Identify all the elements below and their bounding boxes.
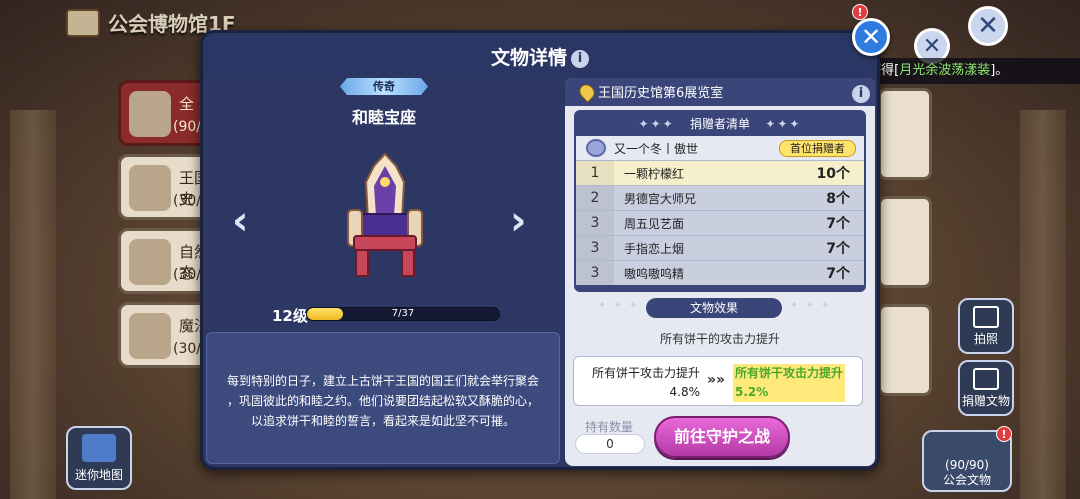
artifact-level: 12级 — [272, 307, 308, 325]
donor-rank: 2 — [576, 186, 614, 210]
donor-name: 一颗柠檬红 — [624, 166, 685, 181]
donor-list-title: 捐赠者清单 — [689, 117, 750, 131]
donor-rank: 3 — [576, 211, 614, 235]
effect-label: 文物效果 — [646, 298, 782, 318]
donor-count: 8个 — [826, 191, 850, 207]
chair-icon — [129, 91, 171, 137]
prev-arrow-icon[interactable]: ‹ — [232, 198, 248, 244]
plant-icon — [129, 239, 171, 285]
camera-icon — [973, 306, 999, 328]
level-progress-text: 7/37 — [391, 308, 415, 319]
description-line: 每到特别的日子，建立上古饼干王国的国王们就会举行聚会 — [226, 374, 539, 388]
next-effect: 所有饼干攻击力提升 5.2% — [733, 364, 846, 402]
donor-rank: 3 — [576, 236, 614, 260]
artifact-description: 每到特别的日子，建立上古饼干王国的国王们就会举行聚会 ，巩固彼此的和睦之约。他们… — [206, 332, 560, 464]
star-decoration: ✦✦✦ — [765, 117, 802, 131]
donor-count: 7个 — [826, 241, 850, 257]
map-icon — [82, 434, 116, 462]
donor-count: 10个 — [816, 166, 850, 182]
info-icon[interactable]: i — [852, 84, 870, 103]
location-text: 王国历史馆第6展览室 — [598, 86, 724, 101]
donor-count: 7个 — [826, 216, 850, 232]
donor-list-header: ✦✦✦ 捐赠者清单 ✦✦✦ — [576, 112, 864, 136]
location-info[interactable]: i — [848, 84, 870, 103]
sidebar-item-count: (30/ — [173, 267, 201, 283]
location: 王国历史馆第6展览室 — [576, 80, 724, 103]
next-effect-value: 5.2% — [735, 385, 769, 399]
minimap-button[interactable]: 迷你地图 — [66, 426, 132, 490]
modal-title: 文物详情 i — [203, 43, 877, 70]
museum-icon — [66, 8, 100, 37]
description-line: ，巩固彼此的和睦之约。他们说要团结起松软又酥脆的心， — [226, 394, 539, 408]
donor-row: 2 男德宫大师兄 8个 — [576, 185, 864, 210]
artifact-card[interactable] — [878, 304, 932, 396]
next-arrow-icon[interactable]: › — [510, 198, 526, 244]
next-effect-label: 所有饼干攻击力提升 — [735, 366, 844, 380]
modal-title-text: 文物详情 — [490, 47, 567, 69]
artifact-card[interactable] — [878, 196, 932, 288]
exit-icon-button[interactable]: ✕ — [968, 6, 1008, 46]
donor-name: 嗷呜嗷呜精 — [624, 266, 685, 281]
artifact-card[interactable] — [878, 88, 932, 180]
description-line: 以追求饼干和睦的誓言，看起来是如此坚不可摧。 — [250, 414, 515, 428]
donor-row: 3 周五见艺面 7个 — [576, 210, 864, 235]
donor-name: 周五见艺面 — [624, 216, 685, 231]
current-effect: 所有饼干攻击力提升 4.8% — [586, 364, 700, 402]
donor-row: 3 嗷呜嗷呜精 7个 — [576, 260, 864, 285]
sidebar-item-count: (30/ — [173, 341, 201, 357]
star-decoration: ✦✦✦ — [638, 117, 675, 131]
sidebar-item-count: (30/ — [173, 193, 201, 209]
donor-name: 手指恋上烟 — [624, 241, 685, 256]
sidebar-item-count: (90/ — [173, 119, 201, 135]
museum-icon — [973, 368, 999, 390]
owned-count: 0 — [575, 434, 645, 454]
first-donor-row: 又一个冬丨傲世 首位捐赠者 — [576, 136, 864, 160]
photo-button[interactable]: 拍照 — [958, 298, 1014, 354]
guild-artifact-label: 公会文物 — [942, 473, 991, 487]
first-donor-name: 又一个冬丨傲世 — [614, 141, 699, 156]
owned-label: 持有数量 — [585, 420, 634, 434]
notice-item: 月光余波荡漾装 — [899, 63, 991, 78]
donate-label: 捐赠文物 — [961, 394, 1010, 408]
photo-label: 拍照 — [973, 332, 998, 346]
ribbon-icon — [586, 139, 606, 157]
info-icon[interactable]: i — [571, 49, 589, 68]
effect-decoration: ✦ ✦ ✦ — [790, 300, 832, 311]
throne-icon — [129, 165, 171, 211]
go-guardian-battle-button[interactable]: 前往守护之战 — [654, 416, 790, 458]
guild-artifact-count: (90/90) — [945, 458, 989, 472]
effect-description: 所有饼干的攻击力提升 — [659, 332, 780, 346]
fountain-icon — [129, 313, 171, 359]
donor-rank: 3 — [576, 261, 614, 285]
sidebar-item-label: 全 — [179, 95, 195, 113]
donor-row: 3 手指恋上烟 7个 — [576, 235, 864, 260]
notice-suffix: ]。 — [990, 63, 1009, 78]
donor-list: ✦✦✦ 捐赠者清单 ✦✦✦ 又一个冬丨傲世 首位捐赠者 1 一颗柠檬红 10个 … — [574, 110, 866, 292]
effect-decoration: ✦ ✦ ✦ — [598, 300, 640, 311]
donor-rank: 1 — [576, 161, 614, 185]
minimap-label: 迷你地图 — [74, 468, 123, 482]
upgrade-arrow-icon: »» — [707, 372, 726, 388]
current-effect-label: 所有饼干攻击力提升 — [591, 366, 700, 380]
donor-count: 7个 — [826, 266, 850, 282]
location-pin-icon — [576, 80, 598, 103]
current-effect-value: 4.8% — [669, 385, 701, 399]
artifact-name: 和睦宝座 — [351, 108, 416, 127]
donor-name: 男德宫大师兄 — [624, 191, 697, 206]
donor-row: 1 一颗柠檬红 10个 — [576, 160, 864, 185]
alert-badge: ! — [996, 426, 1012, 442]
throne-artifact-image — [347, 152, 423, 277]
rarity-badge: 传奇 — [340, 78, 428, 95]
first-donor-tag: 首位捐赠者 — [779, 139, 856, 157]
donate-artifact-button[interactable]: 捐赠文物 — [958, 360, 1014, 416]
close-button[interactable]: ✕ — [852, 18, 890, 56]
